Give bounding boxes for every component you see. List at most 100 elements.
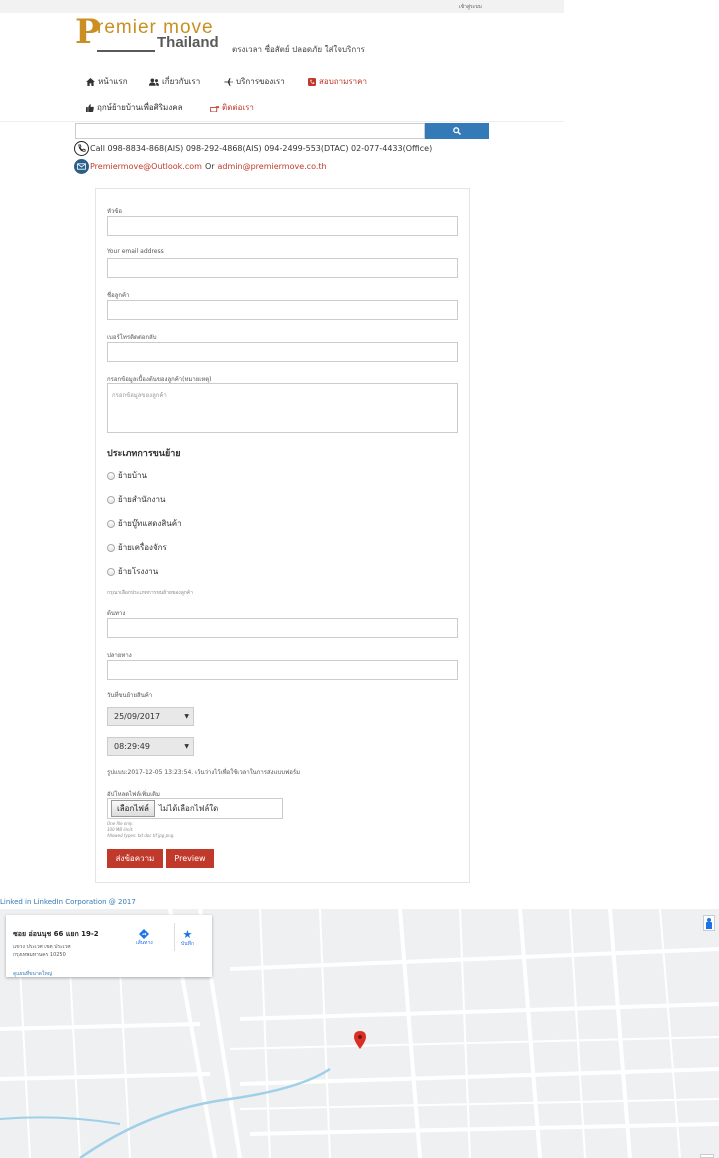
radio-button[interactable] (107, 471, 115, 480)
radio-button[interactable] (107, 495, 115, 504)
date-format-note: รูปแบบ:2017-12-05 13:23:54. เว้นว่างไว้เ… (107, 769, 301, 776)
site-logo[interactable]: P remier move Thailand (75, 13, 230, 52)
zoom-in-button[interactable] (700, 1154, 714, 1158)
time-value: 08:29:49 (114, 742, 150, 751)
quote-form (95, 188, 470, 883)
search-icon (453, 127, 461, 135)
map-pin-icon[interactable] (354, 1031, 366, 1049)
phone-contact-row: Call 098-8834-868(AIS) 098-292-4868(AIS)… (74, 141, 432, 156)
nav-item-auspicious-date[interactable]: ฤกษ์ย้ายบ้านเพื่อศิริมงคล (86, 101, 183, 114)
origin-field[interactable] (107, 618, 458, 638)
move-type-option-house[interactable]: ย้ายบ้าน (107, 469, 147, 482)
phone-field[interactable] (107, 342, 458, 362)
radio-label: ย้ายบ้าน (118, 471, 147, 480)
embedded-map[interactable]: ซอย อ่อนนุช 66 แยก 19-2 แขวง ประเวศ เขต … (0, 909, 719, 1158)
move-date-label: วันที่ขนย้ายสินค้า (107, 692, 153, 699)
date-select[interactable]: 25/09/2017 ▼ (107, 707, 194, 726)
destination-field[interactable] (107, 660, 458, 680)
login-link[interactable]: เข้าสู่ระบบ (459, 3, 482, 11)
radio-label: ย้ายโรงงาน (118, 567, 159, 576)
move-type-option-factory[interactable]: ย้ายโรงงาน (107, 565, 158, 578)
nav-item-home[interactable]: หน้าแรก (86, 75, 128, 88)
file-info-size: 100 MB limit. (107, 827, 134, 832)
place-address-line-1: แขวง ประเวศ เขต ประเวศ (13, 944, 71, 950)
nav-item-label: บริการของเรา (236, 77, 285, 86)
destination-label: ปลายทาง (107, 652, 132, 659)
hand-point-icon (210, 105, 219, 112)
email-link-outlook[interactable]: Premiermove@Outlook.com (90, 162, 202, 171)
details-textarea[interactable]: กรอกข้อมูลของลูกค้า (107, 383, 458, 433)
file-status: ไม่ได้เลือกไฟล์ใด (158, 804, 219, 813)
time-select[interactable]: 08:29:49 ▼ (107, 737, 194, 756)
radio-button[interactable] (107, 519, 115, 528)
chevron-down-icon: ▼ (184, 743, 189, 750)
nav-item-label: ติดต่อเรา (222, 103, 254, 112)
email-label: Your email address (107, 248, 164, 255)
nav-item-contact[interactable]: ติดต่อเรา (210, 101, 254, 114)
map-place-card: ซอย อ่อนนุช 66 แยก 19-2 แขวง ประเวศ เขต … (6, 915, 212, 977)
directions-label: เส้นทาง (136, 940, 153, 946)
subject-field[interactable] (107, 216, 458, 236)
phone-numbers: Call 098-8834-868(AIS) 098-292-4868(AIS)… (90, 144, 433, 153)
radio-button[interactable] (107, 567, 115, 576)
move-type-option-booth[interactable]: ย้ายบู๊ทแสดงสินค้า (107, 517, 182, 530)
submit-button[interactable]: ส่งข้อความ (107, 849, 163, 868)
logo-underline (97, 50, 155, 52)
nav-item-label: เกี่ยวกับเรา (162, 77, 201, 86)
phone-square-icon (308, 77, 316, 86)
nav-item-services[interactable]: บริการของเรา (224, 75, 285, 88)
preview-button[interactable]: Preview (166, 849, 214, 868)
radio-label: ย้ายเครื่องจักร (118, 543, 167, 552)
nav-item-label: ฤกษ์ย้ายบ้านเพื่อศิริมงคล (97, 103, 183, 112)
customer-name-label: ชื่อลูกค้า (107, 292, 130, 299)
email-contact-row: Premiermove@Outlook.com Or admin@premier… (74, 159, 327, 174)
move-type-option-machinery[interactable]: ย้ายเครื่องจักร (107, 541, 167, 554)
place-address-line-2: กรุงเทพมหานคร 10250 (13, 952, 66, 958)
thumbs-up-icon (86, 103, 94, 112)
nav-item-about[interactable]: เกี่ยวกับเรา (149, 75, 200, 88)
subject-label: หัวข้อ (107, 208, 123, 215)
nav-item-label: สอบถามราคา (319, 77, 368, 86)
email-icon (74, 159, 89, 174)
email-field[interactable] (107, 258, 458, 278)
chevron-down-icon: ▼ (184, 713, 189, 720)
nav-item-quote[interactable]: สอบถามราคา (308, 75, 367, 88)
place-title: ซอย อ่อนนุช 66 แยก 19-2 (13, 930, 99, 938)
pegman-icon (706, 917, 712, 929)
phone-label: เบอร์โทรติดต่อกลับ (107, 334, 157, 341)
email-link-admin[interactable]: admin@premiermove.co.th (218, 162, 327, 171)
directions-icon (139, 929, 150, 939)
origin-label: ต้นทาง (107, 610, 126, 617)
choose-file-button[interactable]: เลือกไฟล์ (111, 800, 155, 817)
directions-button[interactable]: เส้นทาง (136, 929, 153, 947)
file-info-types: Allowed types: txt doc tif jpg png. (107, 833, 175, 838)
larger-map-link[interactable]: ดูแผนที่ขนาดใหญ่ (13, 970, 52, 978)
search-button[interactable] (425, 123, 489, 139)
or-text: Or (204, 162, 215, 171)
move-type-hint: กรุณาเลือกประเภทการขนย้ายของลูกค้า (107, 590, 193, 596)
nav-item-label: หน้าแรก (98, 77, 128, 86)
card-divider (174, 923, 175, 951)
star-icon: ★ (182, 928, 193, 941)
file-input[interactable]: เลือกไฟล์ ไม่ได้เลือกไฟล์ใด (107, 798, 283, 819)
phone-icon (74, 141, 89, 156)
move-type-title: ประเภทการขนย้าย (107, 449, 181, 459)
customer-name-field[interactable] (107, 300, 458, 320)
site-tagline: ตรงเวลา ซื่อสัตย์ ปลอดภัย ใส่ใจบริการ (232, 45, 365, 54)
file-info-count: One file only. (107, 821, 134, 826)
plane-icon (224, 77, 233, 86)
street-view-button[interactable] (703, 915, 715, 931)
search-input[interactable] (75, 123, 425, 139)
home-icon (86, 77, 95, 86)
nav-divider (0, 121, 564, 122)
radio-label: ย้ายบู๊ทแสดงสินค้า (118, 519, 182, 528)
footer-linkedin-link[interactable]: Linked in LinkedIn Corporation @ 2017 (0, 898, 136, 906)
save-label: บันทึก (181, 941, 194, 947)
radio-label: ย้ายสำนักงาน (118, 495, 166, 504)
save-place-button[interactable]: ★ บันทึก (181, 929, 194, 948)
logo-word-thailand: Thailand (157, 34, 219, 51)
users-icon (149, 78, 159, 86)
radio-button[interactable] (107, 543, 115, 552)
date-value: 25/09/2017 (114, 712, 161, 721)
move-type-option-office[interactable]: ย้ายสำนักงาน (107, 493, 165, 506)
